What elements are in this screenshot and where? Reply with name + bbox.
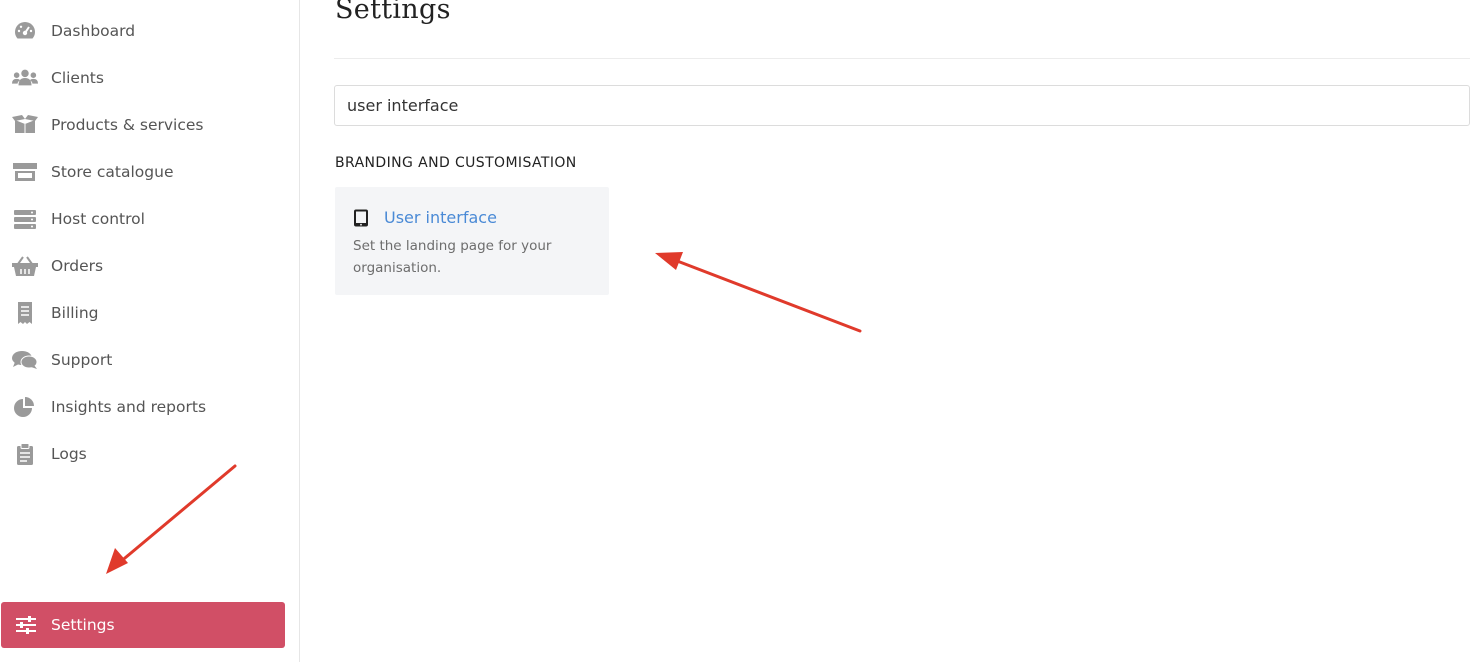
sidebar-item-label: Host control <box>51 210 145 228</box>
receipt-icon <box>12 302 38 324</box>
tablet-icon <box>353 209 369 232</box>
settings-card-user-interface[interactable]: User interface Set the landing page for … <box>335 187 609 295</box>
dashboard-icon <box>12 20 38 42</box>
sidebar-item-clients[interactable]: Clients <box>0 58 286 98</box>
sidebar-item-label: Billing <box>51 304 99 322</box>
sidebar-item-dashboard[interactable]: Dashboard <box>0 11 286 51</box>
sidebar-item-label: Clients <box>51 69 104 87</box>
sidebar-item-label: Products & services <box>51 116 204 134</box>
sidebar-item-label: Insights and reports <box>51 398 207 416</box>
settings-label: Settings <box>51 616 115 634</box>
box-icon <box>12 114 38 136</box>
users-icon <box>12 67 38 89</box>
divider <box>334 58 1470 59</box>
sidebar-item-label: Logs <box>51 445 87 463</box>
sidebar-item-support[interactable]: Support <box>0 340 286 380</box>
search-input[interactable] <box>334 85 1470 126</box>
sidebar-item-label: Orders <box>51 257 104 275</box>
sidebar: Dashboard Clients Products & services St… <box>0 0 300 662</box>
sidebar-item-orders[interactable]: Orders <box>0 246 286 286</box>
sidebar-item-settings[interactable]: Settings <box>1 602 285 648</box>
section-heading: BRANDING AND CUSTOMISATION <box>335 155 577 171</box>
sidebar-item-logs[interactable]: Logs <box>0 434 286 474</box>
clipboard-icon <box>12 443 38 465</box>
sliders-icon <box>13 614 39 636</box>
sidebar-item-label: Store catalogue <box>51 163 174 181</box>
pie-chart-icon <box>12 396 38 418</box>
page-title: Settings <box>335 0 451 25</box>
server-icon <box>12 208 38 230</box>
chat-icon <box>12 349 38 371</box>
card-description: Set the landing page for your organisati… <box>353 238 552 276</box>
sidebar-item-label: Support <box>51 351 113 369</box>
sidebar-item-products-services[interactable]: Products & services <box>0 105 286 145</box>
card-title-link[interactable]: User interface <box>384 208 497 227</box>
main-content: Settings BRANDING AND CUSTOMISATION User… <box>301 0 1478 662</box>
sidebar-item-billing[interactable]: Billing <box>0 293 286 333</box>
store-icon <box>12 161 38 183</box>
basket-icon <box>12 255 38 277</box>
sidebar-item-store-catalogue[interactable]: Store catalogue <box>0 152 286 192</box>
sidebar-item-insights-reports[interactable]: Insights and reports <box>0 387 286 427</box>
sidebar-item-label: Dashboard <box>51 22 136 40</box>
sidebar-item-host-control[interactable]: Host control <box>0 199 286 239</box>
